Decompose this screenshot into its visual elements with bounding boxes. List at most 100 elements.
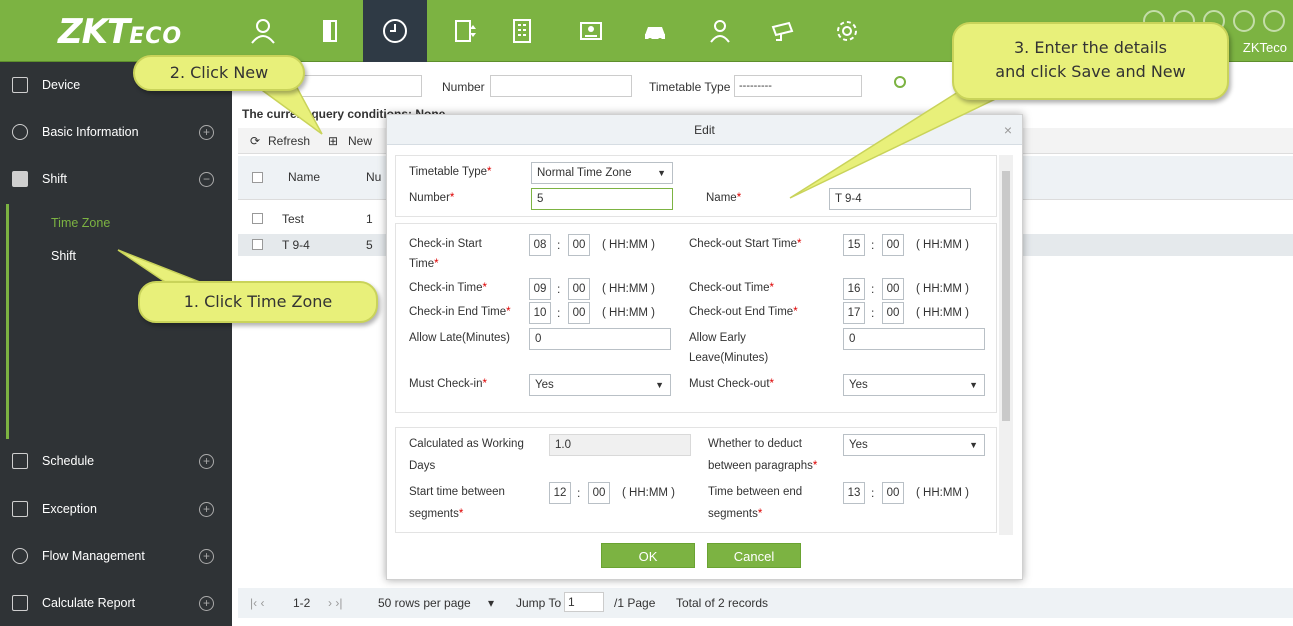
- chevron-down-icon: ▼: [657, 168, 666, 178]
- must-checkout-select[interactable]: Yes ▼: [843, 374, 985, 396]
- new-button[interactable]: New: [348, 134, 372, 148]
- checkout-end-minute[interactable]: 00: [882, 302, 904, 324]
- sidebar-item-exception[interactable]: Exception +: [0, 486, 232, 532]
- row-checkbox[interactable]: [252, 239, 263, 250]
- sidebar-item-label: Schedule: [42, 454, 95, 468]
- allow-late-input[interactable]: 0: [529, 328, 671, 350]
- pager: |‹ ‹ 1-2 › ›| 50 rows per page ▾ Jump To…: [238, 588, 1293, 618]
- segment-start-label: Start time between: [409, 486, 505, 498]
- row-number: 1: [366, 212, 373, 226]
- close-icon[interactable]: ×: [1004, 115, 1012, 145]
- name-search-input[interactable]: [294, 75, 422, 97]
- badge-icon[interactable]: [566, 6, 616, 56]
- segment-start-hour[interactable]: 12: [549, 482, 571, 504]
- expand-icon[interactable]: +: [199, 453, 214, 469]
- checkin-start-minute[interactable]: 00: [568, 234, 590, 256]
- number-input[interactable]: 5: [531, 188, 673, 210]
- car-icon[interactable]: [630, 6, 680, 56]
- must-checkin-select[interactable]: Yes ▼: [529, 374, 671, 396]
- sidebar-item-shift[interactable]: Shift −: [0, 156, 232, 202]
- checkout-time-label: Check-out Time*: [689, 282, 775, 294]
- refresh-icon[interactable]: ⟳: [250, 134, 260, 148]
- timetable-type-select[interactable]: Normal Time Zone ▼: [531, 162, 673, 184]
- rows-per-page[interactable]: 50 rows per page: [378, 596, 471, 610]
- scroll-thumb[interactable]: [1002, 171, 1010, 421]
- expand-icon[interactable]: +: [199, 124, 214, 140]
- clock-icon[interactable]: [363, 0, 427, 62]
- basic-section: Timetable Type* Normal Time Zone ▼ Number…: [395, 155, 997, 217]
- time-section: Check-in Start Time* 08 : 00 ( HH:MM ) C…: [395, 223, 997, 413]
- expand-icon[interactable]: +: [199, 548, 214, 564]
- door-icon[interactable]: [305, 6, 355, 56]
- deduct-select[interactable]: Yes ▼: [843, 434, 985, 456]
- checkout-start-minute[interactable]: 00: [882, 234, 904, 256]
- sidebar-sub-shift[interactable]: Shift: [51, 249, 76, 263]
- segment-start-minute[interactable]: 00: [588, 482, 610, 504]
- checkin-start-hour[interactable]: 08: [529, 234, 551, 256]
- hhmm-hint: ( HH:MM ): [602, 283, 656, 295]
- chevron-down-icon: ▼: [969, 380, 978, 390]
- dialog-scrollbar[interactable]: [999, 155, 1013, 535]
- sidebar-item-schedule[interactable]: Schedule +: [0, 438, 232, 484]
- checkin-end-minute[interactable]: 00: [568, 302, 590, 324]
- segment-end-hour[interactable]: 13: [843, 482, 865, 504]
- number-search-input[interactable]: [490, 75, 632, 97]
- gear-icon[interactable]: [822, 6, 872, 56]
- select-all-checkbox[interactable]: [252, 172, 263, 183]
- calc-days-label: Calculated as Working: [409, 438, 524, 450]
- checkin-end-hour[interactable]: 10: [529, 302, 551, 324]
- power-icon[interactable]: [1263, 10, 1285, 32]
- type-search-select[interactable]: ---------: [734, 75, 862, 97]
- hhmm-hint: ( HH:MM ): [622, 487, 676, 499]
- elevator-icon[interactable]: [440, 6, 490, 56]
- allow-early-label-2: Leave(Minutes): [689, 352, 769, 364]
- checkin-end-label: Check-in End Time*: [409, 306, 511, 318]
- rows-dropdown-icon[interactable]: ▾: [488, 596, 494, 610]
- sidebar-sub-time-zone[interactable]: Time Zone: [51, 216, 110, 230]
- allow-early-label: Allow Early: [689, 332, 746, 344]
- sidebar-item-calculate-report[interactable]: Calculate Report +: [0, 580, 232, 626]
- checkout-start-hour[interactable]: 15: [843, 234, 865, 256]
- column-header-number[interactable]: Nu: [366, 170, 381, 184]
- schedule-icon: [12, 453, 28, 469]
- checkout-time-minute[interactable]: 00: [882, 278, 904, 300]
- must-checkout-label: Must Check-out*: [689, 378, 775, 390]
- row-name: Test: [282, 212, 305, 226]
- jump-to-input[interactable]: 1: [564, 592, 604, 612]
- column-header-name[interactable]: Name: [288, 170, 320, 184]
- refresh-button[interactable]: Refresh: [268, 134, 310, 148]
- checkin-time-hour[interactable]: 09: [529, 278, 551, 300]
- hhmm-hint: ( HH:MM ): [916, 487, 970, 499]
- checkout-start-label: Check-out Start Time*: [689, 238, 802, 250]
- callout-step-3: 3. Enter the details and click Save and …: [952, 22, 1229, 100]
- cancel-button[interactable]: Cancel: [707, 543, 801, 568]
- search-icon[interactable]: [894, 76, 906, 88]
- person-icon[interactable]: [238, 6, 288, 56]
- checkout-end-hour[interactable]: 17: [843, 302, 865, 324]
- camera-icon[interactable]: [758, 6, 808, 56]
- new-icon[interactable]: ⊞: [328, 134, 338, 148]
- collapse-icon[interactable]: −: [199, 171, 214, 187]
- sidebar-item-basic-information[interactable]: Basic Information +: [0, 109, 232, 155]
- device-icon: [12, 77, 28, 93]
- name-input[interactable]: T 9-4: [829, 188, 971, 210]
- segment-end-minute[interactable]: 00: [882, 482, 904, 504]
- user-icon[interactable]: [1233, 10, 1255, 32]
- sidebar-item-flow-management[interactable]: Flow Management +: [0, 533, 232, 579]
- first-page-icon[interactable]: |‹ ‹: [250, 596, 264, 610]
- sidebar-item-label: Flow Management: [42, 549, 145, 563]
- building-icon[interactable]: [497, 6, 547, 56]
- row-checkbox[interactable]: [252, 213, 263, 224]
- allow-early-input[interactable]: 0: [843, 328, 985, 350]
- checkout-time-hour[interactable]: 16: [843, 278, 865, 300]
- ok-button[interactable]: OK: [601, 543, 695, 568]
- expand-icon[interactable]: +: [199, 595, 214, 611]
- shift-icon: [12, 171, 28, 187]
- checkin-start-label-2: Time*: [409, 258, 439, 270]
- checkin-time-minute[interactable]: 00: [568, 278, 590, 300]
- last-page-icon[interactable]: › ›|: [328, 596, 342, 610]
- user-name[interactable]: ZKTeco: [1243, 40, 1287, 55]
- guard-icon[interactable]: [695, 6, 745, 56]
- expand-icon[interactable]: +: [199, 501, 214, 517]
- number-label: Number*: [409, 192, 455, 204]
